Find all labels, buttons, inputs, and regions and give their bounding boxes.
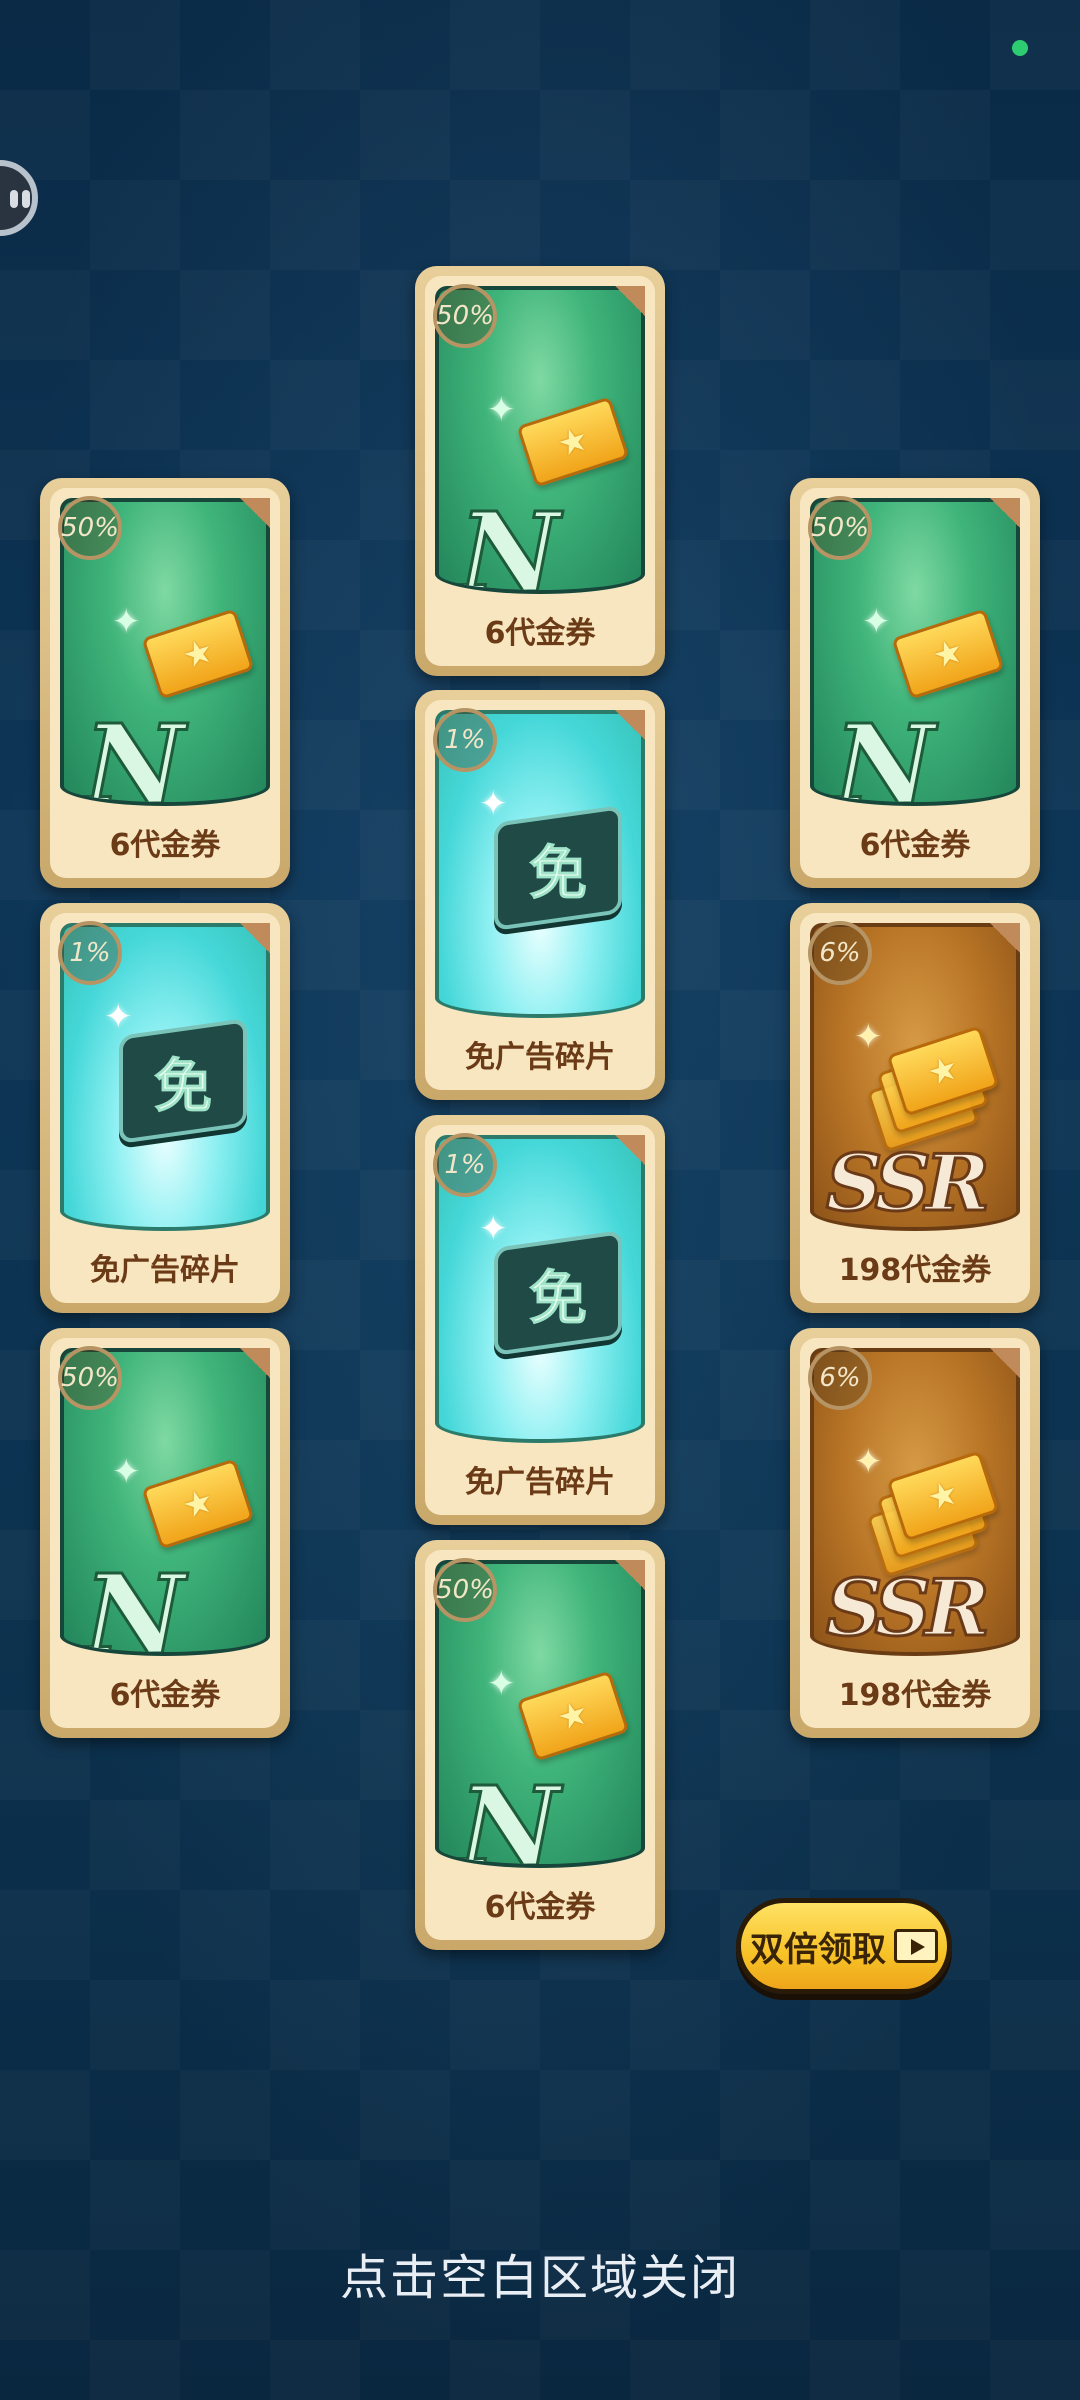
card-label: 6代金券 bbox=[484, 616, 596, 651]
reward-card[interactable]: ✦ ★ N 50% 6代金券 bbox=[415, 1540, 665, 1950]
double-claim-label: 双倍领取 bbox=[750, 1929, 886, 1970]
corner-ribbon bbox=[615, 1560, 645, 1590]
sparkle-icon: ✦ bbox=[854, 1017, 883, 1057]
reward-card[interactable]: ✦ ★ SSR 6% 198代金券 bbox=[790, 903, 1040, 1313]
card-label: 198代金券 bbox=[838, 1678, 992, 1713]
sparkle-icon: ✦ bbox=[104, 997, 133, 1037]
sparkle-icon: ✦ bbox=[479, 1209, 508, 1249]
card-face: ✦ ★ N 50% 6代金券 bbox=[50, 1338, 280, 1728]
puzzle-piece-icon: 免 bbox=[494, 805, 622, 931]
drop-rate-badge: 50% bbox=[808, 496, 872, 560]
reward-card[interactable]: ✦ ★ N 50% 6代金券 bbox=[790, 478, 1040, 888]
card-face: ✦ 免 1% 免广告碎片 bbox=[50, 913, 280, 1303]
video-icon bbox=[894, 1929, 938, 1963]
reward-card[interactable]: ✦ ★ N 50% 6代金券 bbox=[415, 266, 665, 676]
rarity-badge: N bbox=[458, 488, 562, 594]
drop-rate-badge: 50% bbox=[433, 284, 497, 348]
close-hint-text: 点击空白区域关闭 bbox=[339, 2250, 740, 2306]
rarity-badge: N bbox=[83, 700, 187, 806]
drop-rate-badge: 50% bbox=[58, 1346, 122, 1410]
card-face: ✦ ★ N 50% 6代金券 bbox=[50, 488, 280, 878]
card-face: ✦ 免 1% 免广告碎片 bbox=[425, 700, 655, 1090]
card-face: ✦ ★ SSR 6% 198代金券 bbox=[800, 913, 1030, 1303]
drop-rate-badge: 50% bbox=[433, 1558, 497, 1622]
corner-ribbon bbox=[240, 498, 270, 528]
reward-card[interactable]: ✦ ★ SSR 6% 198代金券 bbox=[790, 1328, 1040, 1738]
corner-ribbon bbox=[240, 1348, 270, 1378]
drop-rate-badge: 1% bbox=[433, 1133, 497, 1197]
puzzle-piece-icon: 免 bbox=[494, 1230, 622, 1356]
rarity-badge: N bbox=[833, 700, 937, 806]
card-face: ✦ 免 1% 免广告碎片 bbox=[425, 1125, 655, 1515]
card-face: ✦ ★ N 50% 6代金券 bbox=[800, 488, 1030, 878]
sparkle-icon: ✦ bbox=[854, 1442, 883, 1482]
card-label: 6代金券 bbox=[109, 1678, 221, 1713]
drop-rate-badge: 6% bbox=[808, 1346, 872, 1410]
drop-rate-badge: 1% bbox=[433, 708, 497, 772]
rarity-badge: N bbox=[458, 1762, 562, 1868]
card-label: 6代金券 bbox=[484, 1890, 596, 1925]
card-label: 198代金券 bbox=[838, 1253, 992, 1288]
rarity-badge: SSR bbox=[825, 1563, 992, 1654]
card-label: 免广告碎片 bbox=[465, 1040, 615, 1075]
corner-ribbon bbox=[240, 923, 270, 953]
drop-rate-badge: 6% bbox=[808, 921, 872, 985]
corner-ribbon bbox=[990, 1348, 1020, 1378]
card-face: ✦ ★ N 50% 6代金券 bbox=[425, 1550, 655, 1940]
puzzle-piece-icon: 免 bbox=[119, 1018, 247, 1144]
reward-card[interactable]: ✦ 免 1% 免广告碎片 bbox=[415, 690, 665, 1100]
sparkle-icon: ✦ bbox=[862, 602, 891, 642]
gold-ticket-icon: ★ bbox=[516, 396, 630, 488]
drop-rate-badge: 1% bbox=[58, 921, 122, 985]
reward-card[interactable]: ✦ ★ N 50% 6代金券 bbox=[40, 1328, 290, 1738]
corner-ribbon bbox=[990, 923, 1020, 953]
double-claim-button[interactable]: 双倍领取 bbox=[736, 1898, 952, 1994]
reward-card[interactable]: ✦ 免 1% 免广告碎片 bbox=[40, 903, 290, 1313]
card-face: ✦ ★ SSR 6% 198代金券 bbox=[800, 1338, 1030, 1728]
corner-ribbon bbox=[615, 286, 645, 316]
gold-ticket-icon: ★ bbox=[516, 1670, 630, 1762]
card-label: 免广告碎片 bbox=[90, 1253, 240, 1288]
rarity-badge: SSR bbox=[825, 1138, 992, 1229]
assistant-eye-icon bbox=[10, 190, 18, 208]
card-label: 6代金券 bbox=[859, 828, 971, 863]
corner-ribbon bbox=[615, 710, 645, 740]
reward-card[interactable]: ✦ ★ N 50% 6代金券 bbox=[40, 478, 290, 888]
card-face: ✦ ★ N 50% 6代金券 bbox=[425, 276, 655, 666]
corner-ribbon bbox=[615, 1135, 645, 1165]
status-indicator-dot bbox=[1012, 40, 1028, 56]
sparkle-icon: ✦ bbox=[487, 1664, 516, 1704]
gold-ticket-icon: ★ bbox=[891, 608, 1005, 700]
sparkle-icon: ✦ bbox=[112, 1452, 141, 1492]
card-label: 免广告碎片 bbox=[465, 1465, 615, 1500]
corner-ribbon bbox=[990, 498, 1020, 528]
gold-ticket-icon: ★ bbox=[141, 1458, 255, 1550]
sparkle-icon: ✦ bbox=[479, 784, 508, 824]
sparkle-icon: ✦ bbox=[112, 602, 141, 642]
assistant-eye-icon bbox=[22, 190, 30, 208]
drop-rate-badge: 50% bbox=[58, 496, 122, 560]
reward-card[interactable]: ✦ 免 1% 免广告碎片 bbox=[415, 1115, 665, 1525]
card-label: 6代金券 bbox=[109, 828, 221, 863]
floating-assistant-button[interactable] bbox=[0, 160, 38, 236]
sparkle-icon: ✦ bbox=[487, 390, 516, 430]
gold-ticket-icon: ★ bbox=[141, 608, 255, 700]
rarity-badge: N bbox=[83, 1550, 187, 1656]
